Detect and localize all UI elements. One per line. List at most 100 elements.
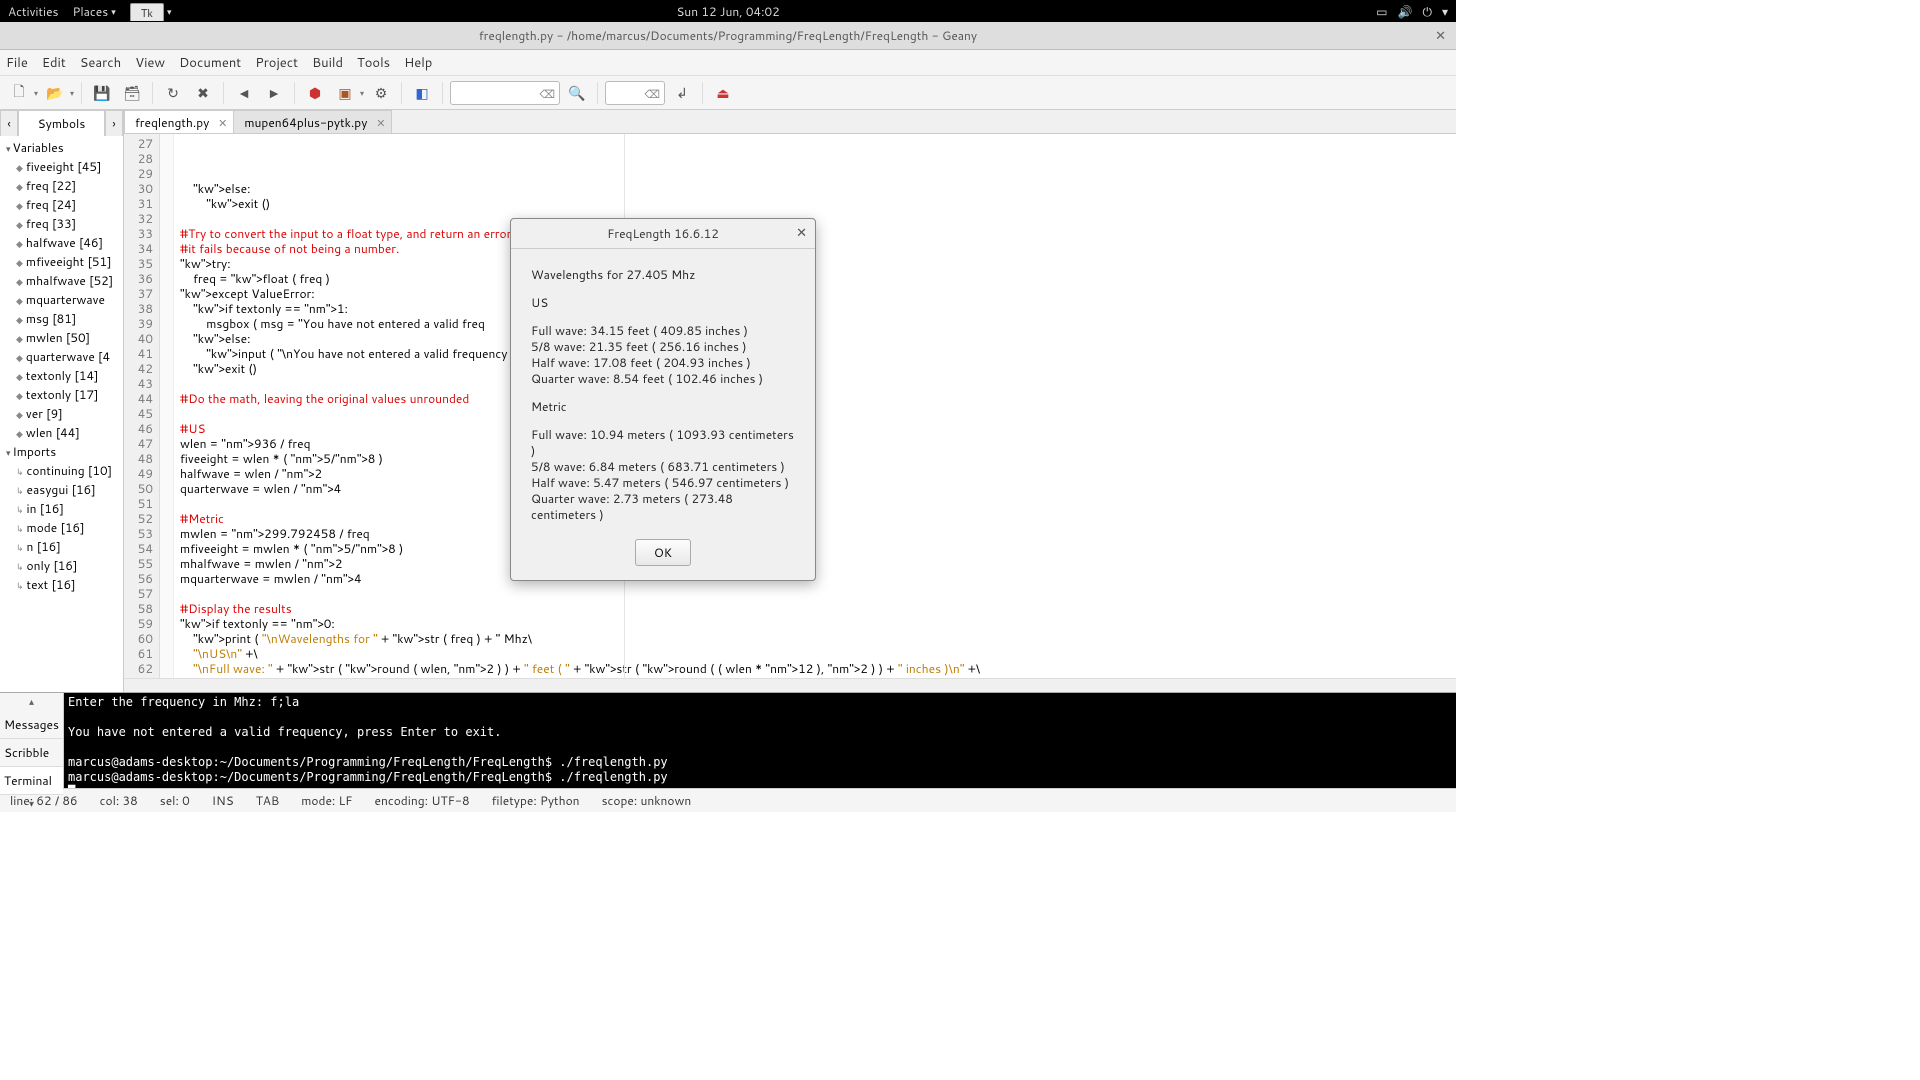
bottom-collapse-up[interactable]: ▴ (0, 693, 63, 711)
status-scope: scope: unknown (602, 792, 692, 809)
import-item[interactable]: ↳mode [16] (0, 518, 123, 537)
nav-forward-button[interactable]: ► (261, 80, 287, 106)
symbol-item[interactable]: ◆freq [22] (0, 176, 123, 195)
compile-button[interactable]: ⬢ (302, 80, 328, 106)
status-bar: line: 62 / 86 col: 38 sel: 0 INS TAB mod… (0, 788, 1456, 812)
dialog-metric-label: Metric (531, 399, 795, 415)
tree-group-variables[interactable]: Variables (0, 138, 123, 157)
build-button[interactable]: ▣ (332, 80, 358, 106)
sidebar-tab-symbols[interactable]: Symbols (18, 110, 105, 136)
symbol-item[interactable]: ◆quarterwave [4 (0, 347, 123, 366)
dialog-ok-button[interactable]: OK (635, 539, 691, 566)
activities-button[interactable]: Activities (8, 2, 59, 20)
network-icon[interactable]: ▭ (1376, 3, 1387, 20)
window-titlebar: freqlength.py - /home/marcus/Documents/P… (0, 22, 1456, 50)
dialog-us-half: Half wave: 17.08 feet ( 204.93 inches ) (531, 355, 795, 371)
quit-button[interactable]: ⏏ (710, 80, 736, 106)
fold-column[interactable] (160, 134, 174, 678)
places-menu[interactable]: Places (73, 2, 116, 20)
symbol-item[interactable]: ◆fiveeight [45] (0, 157, 123, 176)
gnome-top-bar: Activities Places Tk Sun 12 Jun, 04:02 ▭… (0, 0, 1456, 22)
menu-search[interactable]: Search (80, 54, 121, 72)
symbol-item[interactable]: ◆mquarterwave (0, 290, 123, 309)
find-button[interactable]: 🔍 (564, 80, 590, 106)
menu-project[interactable]: Project (255, 54, 298, 72)
symbol-item[interactable]: ◆mfiveeight [51] (0, 252, 123, 271)
tree-group-imports[interactable]: Imports (0, 442, 123, 461)
new-file-button[interactable]: 🗋 (6, 80, 32, 106)
terminal[interactable]: Enter the frequency in Mhz: f;la You hav… (64, 693, 1456, 788)
execute-button[interactable]: ⚙ (368, 80, 394, 106)
bottom-tab-scribble[interactable]: Scribble (0, 739, 63, 767)
dialog-m-58: 5/8 wave: 6.84 meters ( 683.71 centimete… (531, 459, 795, 475)
symbol-item[interactable]: ◆ver [9] (0, 404, 123, 423)
close-tab-icon[interactable]: ✕ (376, 115, 385, 131)
save-all-button[interactable]: 🗃 (119, 80, 145, 106)
status-line: line: 62 / 86 (10, 792, 78, 809)
status-encoding: encoding: UTF-8 (375, 792, 470, 809)
menu-view[interactable]: View (135, 54, 165, 72)
import-item[interactable]: ↳text [16] (0, 575, 123, 594)
horizontal-scrollbar[interactable] (124, 678, 1456, 692)
menu-tools[interactable]: Tools (357, 54, 390, 72)
symbol-tree[interactable]: Variables ◆fiveeight [45]◆freq [22]◆freq… (0, 136, 123, 692)
symbol-item[interactable]: ◆textonly [14] (0, 366, 123, 385)
power-icon[interactable]: ⏻ (1422, 3, 1432, 20)
window-close-button[interactable]: ✕ (1435, 27, 1446, 45)
status-col: col: 38 (100, 792, 138, 809)
symbol-item[interactable]: ◆mwlen [50] (0, 328, 123, 347)
tk-app-menu[interactable]: Tk (130, 2, 172, 20)
symbol-item[interactable]: ◆wlen [44] (0, 423, 123, 442)
file-tabs: freqlength.py ✕ mupen64plus-pytk.py✕ (124, 110, 1456, 134)
clear-find-icon[interactable]: ⌫ (539, 86, 555, 102)
dialog-m-half: Half wave: 5.47 meters ( 546.97 centimet… (531, 475, 795, 491)
dialog-us-full: Full wave: 34.15 feet ( 409.85 inches ) (531, 323, 795, 339)
status-ins: INS (212, 792, 234, 809)
menu-document[interactable]: Document (179, 54, 241, 72)
symbol-item[interactable]: ◆msg [81] (0, 309, 123, 328)
bottom-tab-messages[interactable]: Messages (0, 711, 63, 739)
menu-edit[interactable]: Edit (42, 54, 66, 72)
symbol-item[interactable]: ◆textonly [17] (0, 385, 123, 404)
import-item[interactable]: ↳easygui [16] (0, 480, 123, 499)
tk-label: Tk (130, 3, 164, 21)
menu-help[interactable]: Help (404, 54, 432, 72)
symbol-item[interactable]: ◆freq [24] (0, 195, 123, 214)
dialog-titlebar[interactable]: FreqLength 16.6.12 ✕ (511, 219, 815, 249)
volume-icon[interactable]: 🔊 (1398, 3, 1413, 20)
menu-build[interactable]: Build (312, 54, 343, 72)
file-tab-label: freqlength.py (135, 114, 209, 131)
color-chooser-button[interactable]: ◧ (409, 80, 435, 106)
nav-back-button[interactable]: ◄ (231, 80, 257, 106)
bottom-tabs: ▴ Messages Scribble Terminal ▾ (0, 693, 64, 788)
sidebar-tab-prev[interactable]: ‹ (0, 110, 18, 136)
system-menu-arrow-icon[interactable]: ▾ (1442, 3, 1448, 20)
sidebar-tab-next[interactable]: › (105, 110, 123, 136)
import-item[interactable]: ↳in [16] (0, 499, 123, 518)
reload-button[interactable]: ↻ (160, 80, 186, 106)
dialog-title-text: FreqLength 16.6.12 (607, 225, 719, 242)
bottom-tab-terminal[interactable]: Terminal (0, 767, 63, 795)
file-tab-freqlength[interactable]: freqlength.py ✕ (124, 110, 234, 133)
open-file-button[interactable]: 📂 (42, 80, 68, 106)
symbol-item[interactable]: ◆mhalfwave [52] (0, 271, 123, 290)
goto-line-input[interactable]: ⌫ (605, 81, 665, 105)
symbol-item[interactable]: ◆freq [33] (0, 214, 123, 233)
file-tab-mupen[interactable]: mupen64plus-pytk.py✕ (233, 110, 392, 133)
close-file-button[interactable]: ✖ (190, 80, 216, 106)
status-tab: TAB (256, 792, 280, 809)
clock[interactable]: Sun 12 Jun, 04:02 (676, 3, 779, 20)
import-item[interactable]: ↳only [16] (0, 556, 123, 575)
find-input[interactable]: ⌫ (450, 81, 560, 105)
close-tab-icon[interactable]: ✕ (218, 115, 227, 131)
import-item[interactable]: ↳n [16] (0, 537, 123, 556)
menu-file[interactable]: File (6, 54, 28, 72)
import-item[interactable]: ↳continuing [10] (0, 461, 123, 480)
symbol-item[interactable]: ◆halfwave [46] (0, 233, 123, 252)
clear-goto-icon[interactable]: ⌫ (644, 86, 660, 102)
status-sel: sel: 0 (160, 792, 190, 809)
dialog-close-button[interactable]: ✕ (796, 224, 807, 242)
goto-button[interactable]: ↲ (669, 80, 695, 106)
line-gutter: 2728293031323334353637383940414243444546… (124, 134, 160, 678)
save-button[interactable]: 💾 (89, 80, 115, 106)
